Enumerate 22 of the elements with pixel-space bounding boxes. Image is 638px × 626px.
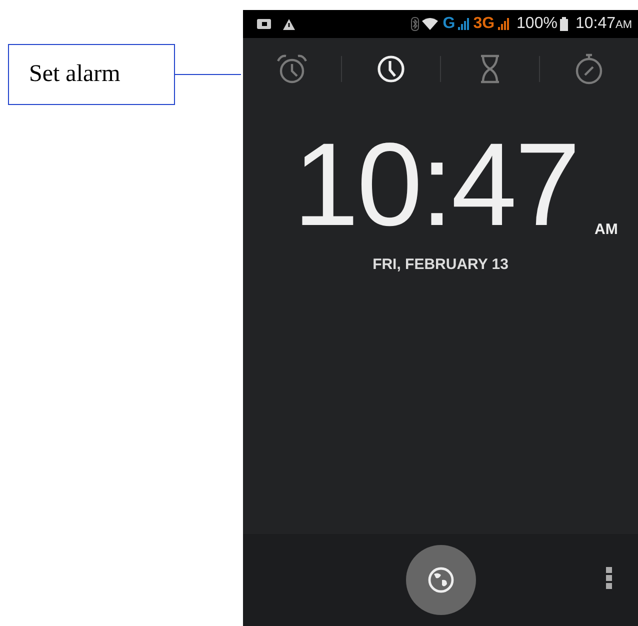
wifi-icon [422,18,438,30]
notification-icon [257,19,271,29]
leader-line [175,74,241,76]
network-type: 3G [473,15,495,33]
bluetooth-icon [410,17,419,31]
hourglass-icon [479,54,501,84]
stopwatch-icon [573,52,605,86]
battery-icon [560,17,568,31]
clock-ampm: AM [594,221,618,238]
battery-percent: 100% [516,15,558,33]
clock-date: FRI, FEBRUARY 13 [372,256,508,273]
signal-icon [458,18,470,30]
alarm-clock-icon [275,53,309,85]
callout-label: Set alarm [8,44,175,105]
signal-icon [498,18,510,30]
network-type: G [442,15,456,33]
clock-time: 10:47 [293,126,578,244]
status-time: 10:47AM [575,15,632,33]
clock-icon [375,53,407,85]
globe-icon [426,566,454,594]
warning-icon [283,18,295,30]
overflow-menu-icon[interactable] [606,567,612,589]
